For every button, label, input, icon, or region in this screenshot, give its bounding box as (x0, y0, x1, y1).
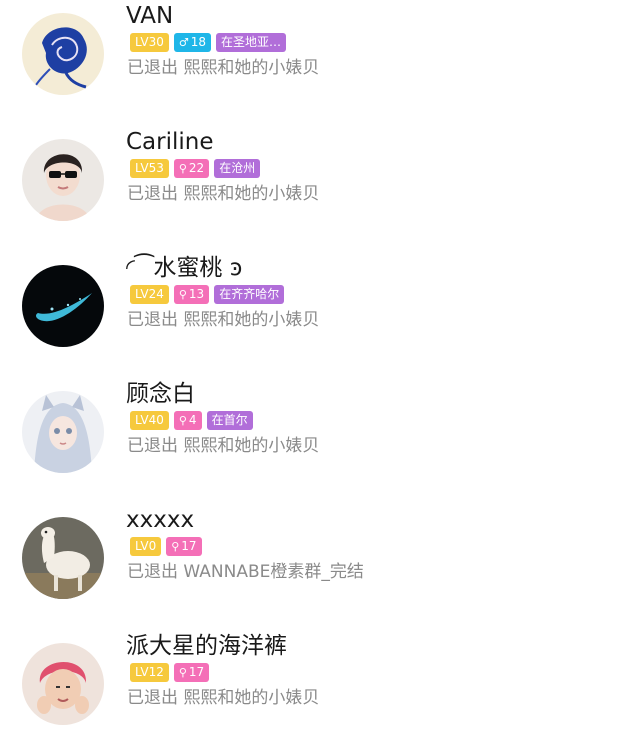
member-name[interactable]: xxxxx (126, 505, 194, 535)
female-icon: ⚲ (178, 162, 187, 175)
avatar[interactable] (22, 139, 104, 221)
gender-age-badge: ⚲ 17 (173, 663, 210, 682)
level-badge: LV24 (130, 285, 169, 304)
badge-group: LV0 ⚲ 17 (130, 537, 202, 556)
location-badge: 在首尔 (206, 411, 253, 430)
gender-age-badge: ⚲ 4 (173, 411, 202, 430)
member-name[interactable]: ◜⁀水蜜桃 ͽ (126, 253, 242, 283)
female-icon: ⚲ (178, 288, 187, 301)
level-badge: LV40 (130, 411, 169, 430)
location-badge: 在齐齐哈尔 (214, 285, 285, 304)
level-badge: LV0 (130, 537, 162, 556)
status-text: 已退出 WANNABE橙素群_完结 (127, 562, 364, 582)
location-badge: 在圣地亚… (216, 33, 287, 52)
avatar[interactable] (22, 391, 104, 473)
member-name[interactable]: Cariline (126, 127, 214, 157)
location-badge: 在沧州 (214, 159, 261, 178)
avatar[interactable] (22, 643, 104, 725)
status-text: 已退出 熙熙和她的小婊贝 (127, 310, 320, 330)
member-row[interactable]: ◜⁀水蜜桃 ͽ LV24 ⚲ 13 在齐齐哈尔 已退出 熙熙和她的小婊贝 (0, 255, 640, 365)
female-icon: ⚲ (171, 540, 180, 553)
avatar[interactable] (22, 517, 104, 599)
status-text: 已退出 熙熙和她的小婊贝 (127, 688, 320, 708)
badge-group: LV12 ⚲ 17 (130, 663, 210, 682)
member-row[interactable]: 顾念白 LV40 ⚲ 4 在首尔 已退出 熙熙和她的小婊贝 (0, 381, 640, 491)
member-row[interactable]: xxxxx LV0 ⚲ 17 已退出 WANNABE橙素群_完结 (0, 507, 640, 617)
member-name[interactable]: 派大星的海洋裤 (126, 631, 287, 661)
avatar[interactable] (22, 265, 104, 347)
female-icon: ⚲ (178, 414, 187, 427)
member-name[interactable]: 顾念白 (126, 379, 195, 409)
male-icon: ♂ (178, 36, 189, 49)
status-text: 已退出 熙熙和她的小婊贝 (127, 58, 320, 78)
status-text: 已退出 熙熙和她的小婊贝 (127, 436, 320, 456)
gender-age-badge: ⚲ 22 (173, 159, 210, 178)
female-icon: ⚲ (178, 666, 187, 679)
avatar[interactable] (22, 13, 104, 95)
member-list: VAN LV30 ♂ 18 在圣地亚… 已退出 熙熙和她的小婊贝 Carilin… (0, 0, 640, 747)
gender-age-badge: ⚲ 17 (166, 537, 202, 556)
status-text: 已退出 熙熙和她的小婊贝 (127, 184, 320, 204)
level-badge: LV30 (130, 33, 169, 52)
badge-group: LV53 ⚲ 22 在沧州 (130, 159, 261, 178)
gender-age-badge: ♂ 18 (173, 33, 212, 52)
member-row[interactable]: Cariline LV53 ⚲ 22 在沧州 已退出 熙熙和她的小婊贝 (0, 129, 640, 239)
level-badge: LV53 (130, 159, 169, 178)
member-row[interactable]: VAN LV30 ♂ 18 在圣地亚… 已退出 熙熙和她的小婊贝 (0, 3, 640, 113)
badge-group: LV40 ⚲ 4 在首尔 (130, 411, 253, 430)
badge-group: LV30 ♂ 18 在圣地亚… (130, 33, 287, 52)
badge-group: LV24 ⚲ 13 在齐齐哈尔 (130, 285, 285, 304)
gender-age-badge: ⚲ 13 (173, 285, 210, 304)
member-name[interactable]: VAN (126, 1, 173, 31)
member-row[interactable]: 派大星的海洋裤 LV12 ⚲ 17 已退出 熙熙和她的小婊贝 (0, 633, 640, 743)
level-badge: LV12 (130, 663, 169, 682)
